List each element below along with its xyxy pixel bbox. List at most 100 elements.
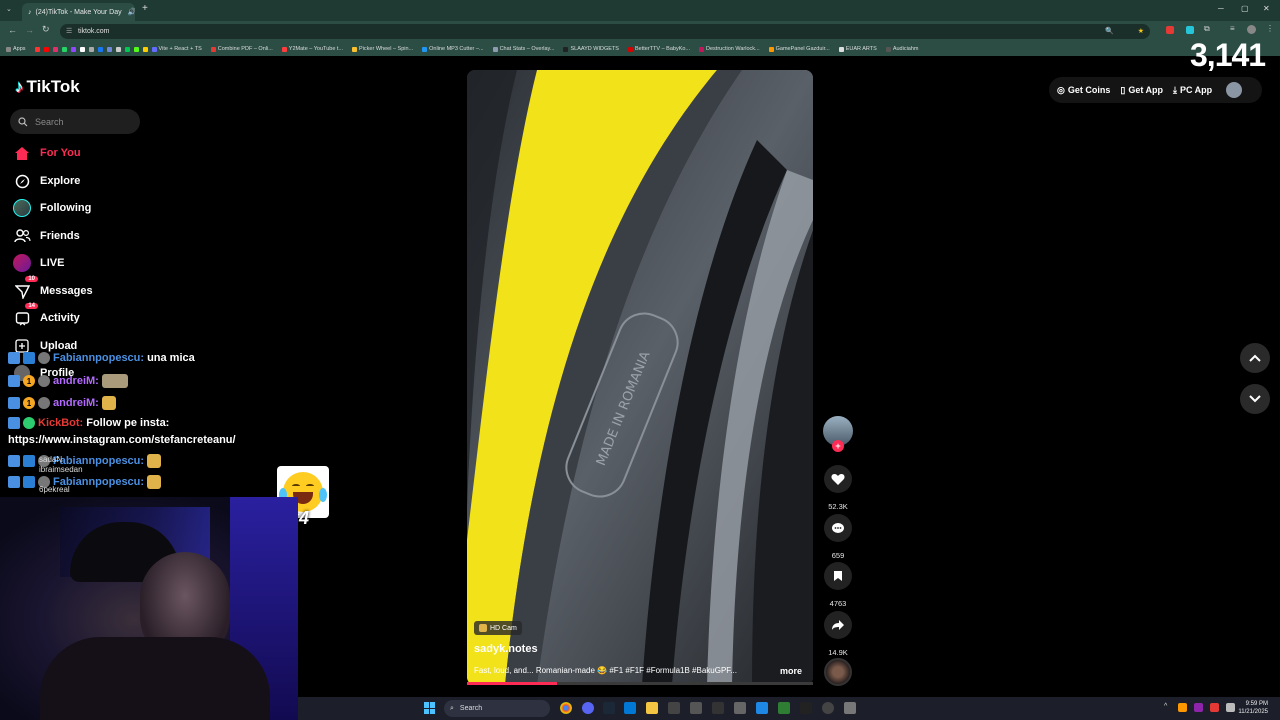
discord-icon[interactable] [582, 702, 594, 714]
steam-icon[interactable] [603, 702, 615, 714]
file-explorer-icon[interactable] [646, 702, 658, 714]
app-icon[interactable] [690, 702, 702, 714]
sidebar-item-friends[interactable]: Friends [13, 227, 80, 245]
bookmark-item[interactable] [79, 42, 85, 56]
reload-icon[interactable]: ↻ [42, 24, 50, 35]
next-video-button[interactable] [1240, 384, 1270, 414]
like-button[interactable]: 52.3K [823, 465, 853, 511]
user-avatar[interactable] [1226, 82, 1243, 98]
terminal-icon[interactable] [668, 702, 680, 714]
forward-icon[interactable]: → [25, 25, 34, 35]
bookmark-item[interactable] [43, 42, 49, 56]
sound-disc[interactable] [823, 658, 853, 686]
tiktok-logo[interactable]: ♪ TikTok [15, 77, 80, 97]
bookmark-item[interactable]: Vite + React + TS [151, 42, 202, 56]
bookmark-item[interactable]: Chat Stats – Overlay... [492, 42, 554, 56]
obs-icon[interactable] [822, 702, 834, 714]
close-window-icon[interactable]: ✕ [1263, 4, 1270, 13]
share-button[interactable]: 14.9K [823, 611, 853, 657]
taskbar-search[interactable]: ⌕ Search [444, 700, 550, 717]
app-icon[interactable] [712, 702, 724, 714]
extension-icon[interactable] [1186, 26, 1194, 34]
bookmark-item[interactable] [34, 42, 40, 56]
xbox-icon[interactable] [778, 702, 790, 714]
search-input[interactable]: Search [10, 109, 140, 134]
get-coins-button[interactable]: ◎ Get Coins [1057, 85, 1110, 96]
bookmark-item[interactable]: Audiciahm [885, 42, 919, 56]
pc-app-button[interactable]: ⤓ PC App [1173, 85, 1212, 96]
sidebar-item-live[interactable]: LIVE [13, 254, 64, 272]
sidebar-item-for-you[interactable]: For You [13, 144, 81, 162]
save-button[interactable]: 4763 [823, 562, 853, 608]
app-icon[interactable] [800, 702, 812, 714]
chevron-up-icon [1249, 354, 1261, 362]
video-author[interactable]: sadyk.notes [474, 643, 538, 655]
sidebar-item-following[interactable]: Following [13, 199, 91, 217]
bookmark-favicon-icon [563, 46, 569, 52]
bookmark-item[interactable]: SLAAYD WIDGETS [563, 42, 619, 56]
zoom-icon[interactable]: 🔍 [1105, 24, 1114, 39]
bookmark-item[interactable] [142, 42, 148, 56]
bookmark-item[interactable]: Apps [6, 42, 26, 56]
extensions-puzzle-icon[interactable]: ⧉ [1204, 24, 1210, 34]
bookmark-label: BetterTTV – BabyKo... [634, 46, 691, 52]
extension-icon[interactable] [1166, 26, 1174, 34]
app-icon[interactable] [734, 702, 746, 714]
bookmark-item[interactable] [115, 42, 121, 56]
windows-start-icon[interactable] [424, 702, 436, 714]
bookmark-item[interactable]: Y2Mate – YouTube t... [281, 42, 343, 56]
speaker-icon[interactable]: 🔊 [128, 8, 135, 16]
tray-chevron-icon[interactable]: ^ [1164, 703, 1167, 710]
sidebar-item-messages[interactable]: 10 Messages [13, 276, 93, 300]
bookmark-item[interactable]: EUAR ARTS [838, 42, 877, 56]
bookmark-item[interactable] [97, 42, 103, 56]
minimize-icon[interactable]: ─ [1218, 4, 1224, 13]
bookmark-item[interactable] [70, 42, 76, 56]
bookmark-item[interactable]: GamePanel Gazduir... [768, 42, 830, 56]
maximize-icon[interactable]: ▢ [1241, 4, 1249, 13]
tray-icon[interactable] [1194, 703, 1203, 712]
bookmark-item[interactable] [133, 42, 139, 56]
effect-badge[interactable]: HD Cam [474, 621, 522, 635]
new-tab-icon[interactable]: + [142, 3, 148, 14]
profile-avatar[interactable] [1247, 25, 1256, 34]
browser-tab[interactable]: ♪ (24)TikTok - Make Your Day 🔊 ✕ [22, 3, 135, 21]
follow-plus-icon[interactable]: + [832, 440, 844, 452]
bookmark-item[interactable] [106, 42, 112, 56]
progress-track[interactable] [467, 682, 813, 685]
back-icon[interactable]: ← [8, 25, 17, 35]
bookmark-item[interactable]: Destruction Warlock... [699, 42, 760, 56]
vscode-icon[interactable] [624, 702, 636, 714]
bookmark-item[interactable] [124, 42, 130, 56]
bookmark-item[interactable]: BetterTTV – BabyKo... [627, 42, 691, 56]
get-app-button[interactable]: ▯ Get App [1120, 85, 1163, 96]
chrome-icon[interactable] [560, 702, 572, 714]
bookmark-item[interactable]: Picker Wheel – Spin... [352, 42, 413, 56]
author-avatar[interactable]: + [823, 416, 853, 452]
taskbar-clock[interactable]: 9:59 PM 11/21/2025 [1238, 700, 1268, 716]
comment-button[interactable]: 659 [823, 514, 853, 560]
video-player[interactable]: MADE IN ROMANIA [467, 70, 813, 685]
bookmark-star-icon[interactable]: ★ [1138, 24, 1144, 39]
comment-icon [824, 514, 852, 542]
sidepanel-icon[interactable]: ≡ [1230, 24, 1235, 33]
bookmark-item[interactable] [61, 42, 67, 56]
menu-icon[interactable]: ⋮ [1266, 24, 1274, 33]
app-icon[interactable] [756, 702, 768, 714]
site-info-icon[interactable]: ☰ [66, 24, 72, 39]
tray-icon[interactable] [1210, 703, 1219, 712]
network-icon[interactable] [1226, 703, 1235, 712]
bookmark-item[interactable]: Online MP3 Cutter –... [422, 42, 484, 56]
chat-message: KickBot: Follow pe insta: [8, 417, 169, 429]
previous-video-button[interactable] [1240, 343, 1270, 373]
tab-search-icon[interactable]: ⌄ [6, 5, 12, 13]
url-input[interactable]: ☰ tiktok.com 🔍 ★ [60, 24, 1150, 39]
sidebar-item-explore[interactable]: Explore [13, 172, 80, 190]
tray-icon[interactable] [1178, 703, 1187, 712]
sidebar-item-activity[interactable]: 14 Activity [13, 303, 80, 327]
app-icon[interactable] [844, 702, 856, 714]
bookmark-item[interactable]: Combine PDF – Onli... [210, 42, 273, 56]
bookmark-item[interactable] [88, 42, 94, 56]
more-button[interactable]: more [780, 666, 802, 676]
bookmark-item[interactable] [52, 42, 58, 56]
